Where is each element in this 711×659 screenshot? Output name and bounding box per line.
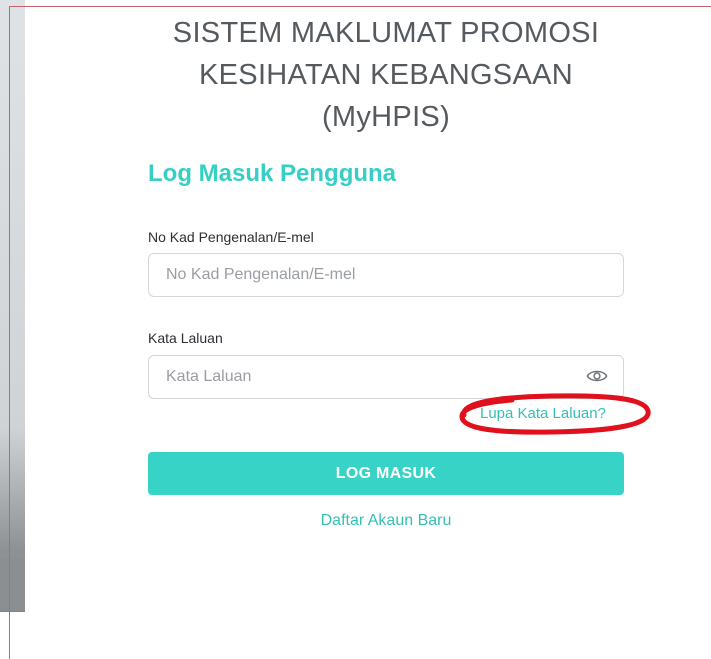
page-title-line-1: SISTEM MAKLUMAT PROMOSI	[172, 17, 600, 49]
id-input[interactable]	[148, 253, 624, 297]
password-input[interactable]	[148, 355, 624, 399]
page-title-line-3: (MyHPIS)	[321, 101, 451, 133]
card-border-bottom	[0, 611, 25, 612]
login-heading: Log Masuk Pengguna	[148, 160, 397, 187]
id-label: No Kad Pengenalan/E-mel	[148, 229, 314, 245]
background-strip	[0, 0, 25, 612]
register-link[interactable]: Daftar Akaun Baru	[148, 512, 624, 530]
card-border-left	[9, 6, 10, 659]
background-strip-lower	[0, 558, 25, 612]
password-label: Kata Laluan	[148, 330, 223, 346]
login-button[interactable]: LOG MASUK	[148, 452, 624, 495]
eye-icon[interactable]	[586, 367, 608, 385]
page-title-line-2: KESIHATAN KEBANGSAAN	[199, 59, 573, 91]
page-title: SISTEM MAKLUMAT PROMOSI KESIHATAN KEBANG…	[148, 12, 624, 138]
card-border-top	[9, 6, 711, 7]
forgot-password-link[interactable]: Lupa Kata Laluan?	[480, 405, 606, 422]
